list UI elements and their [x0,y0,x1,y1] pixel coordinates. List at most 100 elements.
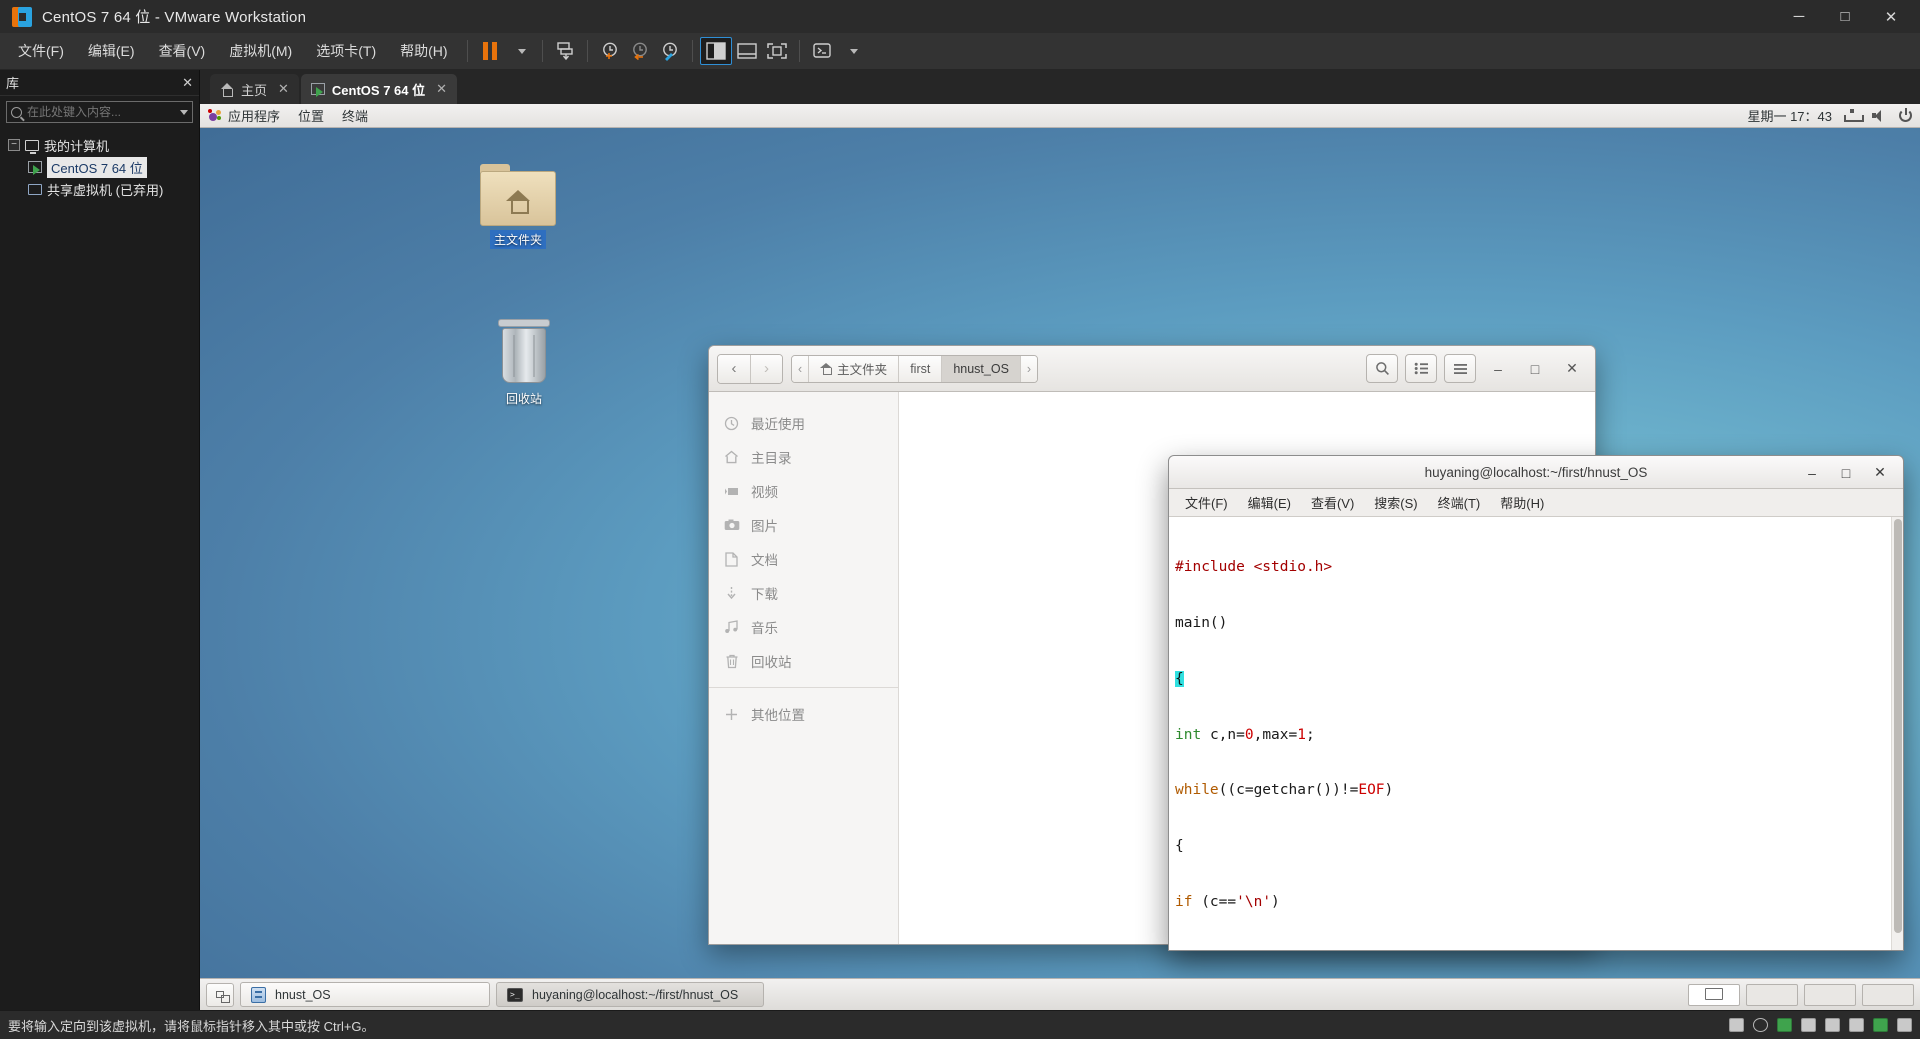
sidebar-item-home[interactable]: 主目录 [709,440,898,474]
library-search-input[interactable] [27,105,175,119]
menu-file[interactable]: 文件(F) [6,36,76,66]
menu-button[interactable] [1444,354,1476,383]
sidebar-item-trash[interactable]: 回收站 [709,644,898,678]
taskbar-item-file-manager[interactable]: hnust_OS [240,982,490,1007]
guest-os-screen[interactable]: 应用程序 位置 终端 星期一 17：43 主文件夹 回收站 ‹ › ‹ 主文件夹… [200,104,1920,1010]
vmware-tools-icon[interactable] [1897,1018,1912,1032]
sidebar-item-recent[interactable]: 最近使用 [709,406,898,440]
chevron-down-icon[interactable] [180,109,188,115]
snapshot-add-button[interactable] [595,37,625,65]
network-adapter-icon[interactable] [1777,1018,1792,1032]
terminal-menu-help[interactable]: 帮助(H) [1492,490,1552,515]
file-manager-close[interactable]: ✕ [1557,354,1587,384]
sidebar-item-videos[interactable]: 视频 [709,474,898,508]
terminal-window[interactable]: huyaning@localhost:~/first/hnust_OS – □ … [1168,455,1904,951]
terminal-menu-view[interactable]: 查看(V) [1303,490,1362,515]
take-snapshot-button[interactable] [550,37,580,65]
terminal-maximize[interactable]: □ [1829,456,1863,489]
tree-expander-icon[interactable]: − [8,139,20,151]
tree-item-my-computer[interactable]: − 我的计算机 [0,134,199,156]
workspace-3[interactable] [1804,983,1856,1006]
panel-terminal-menu[interactable]: 终端 [342,106,368,125]
sidebar-item-downloads[interactable]: 下载 [709,576,898,610]
vmware-logo-icon [12,6,32,27]
snapshot-manager-icon [662,42,677,61]
back-button[interactable]: ‹ [718,354,750,383]
snapshot-manager-button[interactable] [655,37,685,65]
library-search[interactable] [6,101,193,123]
panel-clock[interactable]: 星期一 17：43 [1747,106,1832,125]
search-icon [11,106,22,118]
minimize-button[interactable]: ─ [1776,0,1822,33]
menu-tabs[interactable]: 选项卡(T) [304,36,388,66]
sidebar-item-pictures[interactable]: 图片 [709,508,898,542]
terminal-scrollbar[interactable] [1891,517,1903,950]
taskbar-item-terminal[interactable]: >_ huyaning@localhost:~/first/hnust_OS [496,982,764,1007]
terminal-minimize[interactable]: – [1795,456,1829,489]
show-console-button[interactable] [732,37,762,65]
view-toggle-button[interactable] [1405,354,1437,383]
tab-close-icon[interactable]: ✕ [278,81,289,97]
snapshot-revert-button[interactable] [625,37,655,65]
show-desktop-button[interactable] [206,982,234,1007]
window-controls: ─ □ ✕ [1776,0,1914,33]
tab-close-icon[interactable]: ✕ [436,81,447,97]
workspace-4[interactable] [1862,983,1914,1006]
vm-tab-bar: 主页 ✕ CentOS 7 64 位 ✕ [200,70,1920,104]
pause-vm-button[interactable] [475,37,505,65]
close-button[interactable]: ✕ [1868,0,1914,33]
menu-edit[interactable]: 编辑(E) [76,36,147,66]
scrollbar-thumb[interactable] [1894,519,1902,933]
breadcrumb-hnust-os[interactable]: hnust_OS [941,355,1020,382]
volume-icon[interactable] [1872,109,1887,122]
terminal-menu-edit[interactable]: 编辑(E) [1240,490,1299,515]
workspace-2[interactable] [1746,983,1798,1006]
file-manager-maximize[interactable]: □ [1520,354,1550,384]
file-manager-minimize[interactable]: – [1483,354,1513,384]
library-close-icon[interactable]: ✕ [182,75,193,91]
breadcrumb-scroll-left[interactable]: ‹ [792,355,809,382]
terminal-screen[interactable]: #include <stdio.h> main() { int c,n=0,ma… [1169,517,1903,950]
tab-centos-vm[interactable]: CentOS 7 64 位 ✕ [300,74,458,104]
search-button[interactable] [1366,354,1398,383]
vim-buffer[interactable]: #include <stdio.h> main() { int c,n=0,ma… [1169,517,1891,950]
sound-icon[interactable] [1849,1018,1864,1032]
breadcrumb-home[interactable]: 主文件夹 [808,355,899,382]
statusbar-device-icons [1729,1018,1912,1032]
breadcrumb-first[interactable]: first [898,355,942,382]
network-icon[interactable] [1844,109,1864,122]
hard-disk-icon[interactable] [1729,1018,1744,1032]
tree-item-shared-vms[interactable]: 共享虚拟机 (已弃用) [0,178,199,200]
panel-places-menu[interactable]: 位置 [298,106,324,125]
printer-icon[interactable] [1825,1018,1840,1032]
menu-help[interactable]: 帮助(H) [388,36,459,66]
breadcrumb-scroll-right[interactable]: › [1019,355,1038,382]
sidebar-item-label: 文档 [751,553,778,568]
sidebar-item-other-locations[interactable]: 其他位置 [709,697,898,731]
sidebar-item-documents[interactable]: 文档 [709,542,898,576]
terminal-close[interactable]: ✕ [1863,456,1897,489]
terminal-menu-terminal[interactable]: 终端(T) [1430,490,1489,515]
usb-icon[interactable] [1801,1018,1816,1032]
workspace-1[interactable] [1688,983,1740,1006]
terminal-menu-search[interactable]: 搜索(S) [1366,490,1425,515]
sidebar-item-music[interactable]: 音乐 [709,610,898,644]
show-library-button[interactable] [699,37,732,65]
terminal-menu-file[interactable]: 文件(F) [1177,490,1236,515]
unity-mode-button[interactable] [807,37,837,65]
cd-dvd-icon[interactable] [1753,1018,1768,1032]
unity-dropdown-button[interactable] [837,37,867,65]
menu-view[interactable]: 查看(V) [147,36,218,66]
power-icon[interactable] [1899,108,1912,122]
tab-home[interactable]: 主页 ✕ [210,74,299,104]
menu-vm[interactable]: 虚拟机(M) [217,36,304,66]
panel-applications-menu[interactable]: 应用程序 [208,106,280,125]
desktop-icon-home-folder[interactable]: 主文件夹 [472,164,564,249]
fullscreen-button[interactable] [762,37,792,65]
desktop-icon-trash[interactable]: 回收站 [478,319,570,408]
forward-button[interactable]: › [750,354,782,383]
pause-dropdown-button[interactable] [505,37,535,65]
display-icon[interactable] [1873,1018,1888,1032]
tree-item-centos-vm[interactable]: CentOS 7 64 位 [0,156,199,178]
maximize-button[interactable]: □ [1822,0,1868,33]
